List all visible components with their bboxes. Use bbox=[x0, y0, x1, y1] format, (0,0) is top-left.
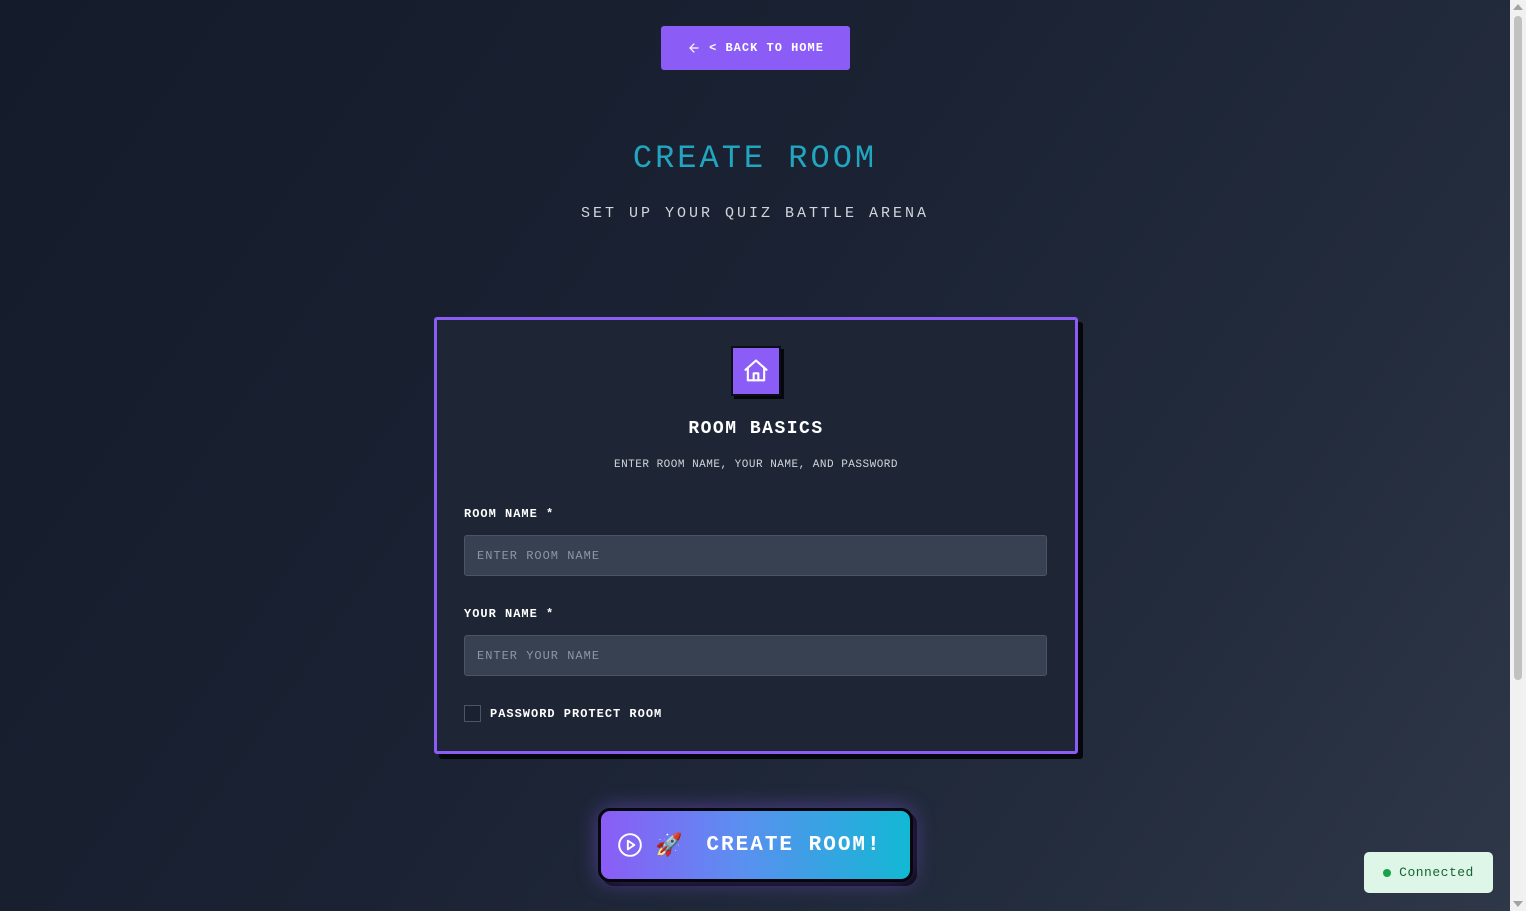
page-title: CREATE ROOM bbox=[632, 140, 878, 177]
back-to-home-button[interactable]: < BACK TO HOME bbox=[661, 26, 850, 70]
status-text: Connected bbox=[1399, 865, 1474, 880]
your-name-label: YOUR NAME * bbox=[464, 607, 555, 621]
create-room-button[interactable]: 🚀 CREATE ROOM! bbox=[598, 808, 913, 882]
back-to-home-label: < BACK TO HOME bbox=[709, 41, 824, 55]
password-protect-label: PASSWORD PROTECT ROOM bbox=[490, 706, 663, 721]
rocket-icon: 🚀 bbox=[655, 832, 683, 858]
scroll-up-arrow-icon[interactable] bbox=[1513, 4, 1523, 10]
create-room-page: < BACK TO HOME CREATE ROOM SET UP YOUR Q… bbox=[0, 0, 1510, 911]
password-protect-checkbox[interactable] bbox=[464, 705, 481, 722]
your-name-input[interactable] bbox=[464, 635, 1047, 676]
card-description: ENTER ROOM NAME, YOUR NAME, AND PASSWORD bbox=[613, 459, 899, 471]
vertical-scrollbar[interactable] bbox=[1510, 0, 1526, 911]
page-subtitle: SET UP YOUR QUIZ BATTLE ARENA bbox=[580, 205, 930, 222]
password-protect-row[interactable]: PASSWORD PROTECT ROOM bbox=[464, 705, 662, 722]
room-basics-card: ROOM BASICS ENTER ROOM NAME, YOUR NAME, … bbox=[434, 317, 1078, 754]
room-name-input[interactable] bbox=[464, 535, 1047, 576]
room-name-label: ROOM NAME * bbox=[464, 507, 555, 521]
card-title: ROOM BASICS bbox=[688, 419, 824, 439]
create-room-label: CREATE ROOM! bbox=[706, 833, 882, 857]
scrollbar-thumb[interactable] bbox=[1514, 16, 1522, 680]
scroll-down-arrow-icon[interactable] bbox=[1513, 901, 1523, 907]
play-circle-icon bbox=[618, 833, 642, 857]
home-icon bbox=[731, 346, 781, 396]
status-dot-icon bbox=[1383, 868, 1392, 877]
connection-status-badge: Connected bbox=[1364, 852, 1493, 893]
arrow-left-icon bbox=[689, 43, 699, 53]
